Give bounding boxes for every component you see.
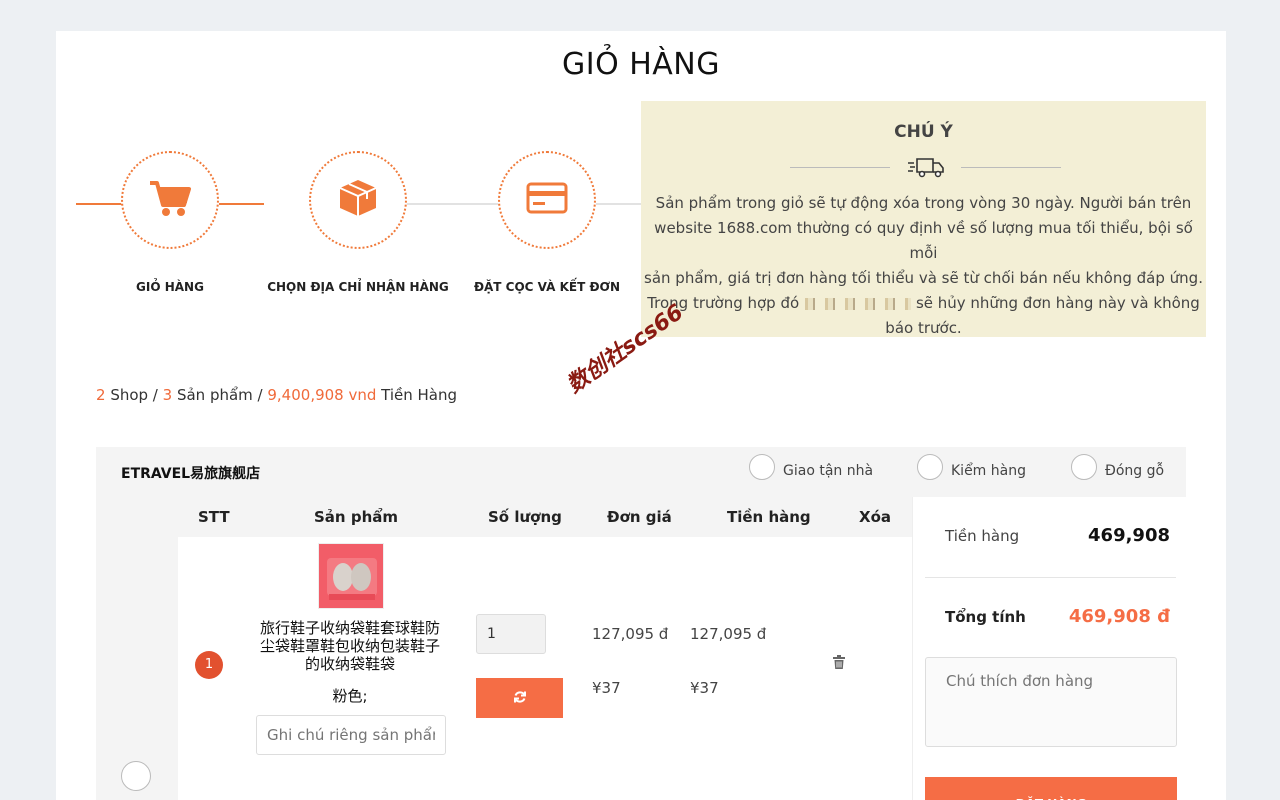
- row-index-badge: 1: [195, 651, 223, 679]
- step-label-deposit: ĐẶT CỌC VÀ KẾT ĐƠN: [473, 280, 621, 294]
- order-summary-panel: Tiền hàng 469,908 Tổng tính 469,908 đ ĐẶ…: [912, 497, 1186, 800]
- step-line: [596, 203, 641, 205]
- shop-header: ETRAVEL易旅旗舰店 Giao tận nhà Kiểm hàng Đóng…: [96, 447, 1186, 497]
- cart-icon: [148, 178, 192, 222]
- unit-price-vnd: 127,095 đ: [592, 625, 669, 643]
- step-line-active: [76, 203, 126, 205]
- subtotal-label: Tiền hàng: [945, 526, 1020, 545]
- step-cart[interactable]: [121, 151, 219, 249]
- redacted-text: [799, 297, 912, 310]
- step-label-address: CHỌN ĐỊA CHỈ NHẬN HÀNG: [267, 280, 449, 294]
- quantity-input[interactable]: 1: [476, 614, 546, 654]
- cart-page: GIỎ HÀNG GIỎ HÀNG CHỌN ĐỊA CHỈ NHẬN HÀNG…: [56, 31, 1226, 800]
- table-row: 1 旅行鞋子收纳袋鞋套球鞋防尘袋鞋罩鞋包收纳包装鞋子的收纳袋鞋袋 粉色; 1: [178, 537, 912, 800]
- product-variant: 粉色;: [332, 687, 368, 705]
- product-image[interactable]: [318, 543, 384, 609]
- shop-name: ETRAVEL易旅旗舰店: [121, 466, 261, 482]
- subtotal-value: 469,908: [1088, 525, 1170, 546]
- amount-vnd: 127,095 đ: [690, 625, 767, 643]
- step-label-cart: GIỎ HÀNG: [136, 280, 204, 294]
- header-quantity: Số lượng: [488, 508, 562, 526]
- notice-line: báo trước.: [885, 319, 962, 337]
- product-name[interactable]: 旅行鞋子收纳袋鞋套球鞋防尘袋鞋罩鞋包收纳包装鞋子的收纳袋鞋袋: [253, 619, 447, 673]
- notice-divider: [643, 152, 1204, 182]
- subtotal-row: Tiền hàng 469,908: [945, 525, 1170, 546]
- notice-line: Sản phẩm trong giỏ sẽ tự động xóa trong …: [655, 194, 1192, 212]
- radio-button[interactable]: [749, 454, 775, 480]
- cart-summary: 2 Shop / 3 Sản phẩm / 9,400,908 vnd Tiền…: [96, 386, 458, 404]
- header-amount: Tiền hàng: [727, 508, 811, 526]
- unit-price-cny: ¥37: [592, 679, 621, 697]
- place-order-button[interactable]: ĐẶT HÀNG: [925, 777, 1177, 800]
- truck-icon: [907, 156, 945, 182]
- step-address[interactable]: [309, 151, 407, 249]
- page-title: GIỎ HÀNG: [561, 47, 720, 82]
- table-header: STT Sản phẩm Số lượng Đơn giá Tiền hàng …: [178, 497, 912, 537]
- product-note-input[interactable]: [256, 715, 446, 755]
- total-label: Tổng tính: [945, 607, 1026, 626]
- option-wood-packing[interactable]: Đóng gỗ: [1071, 454, 1164, 484]
- select-item-radio[interactable]: [121, 761, 151, 791]
- card-icon: [526, 182, 568, 218]
- header-stt: STT: [198, 508, 230, 526]
- order-comment-input[interactable]: [925, 657, 1177, 747]
- total-value: 469,908 đ: [1068, 606, 1170, 627]
- radio-button[interactable]: [1071, 454, 1097, 480]
- option-inspection[interactable]: Kiểm hàng: [917, 454, 1026, 484]
- notice-box: CHÚ Ý Sản phẩm trong giỏ sẽ tự động xóa …: [641, 101, 1206, 337]
- step-line: [406, 203, 501, 205]
- notice-line: Trong trường hợp đó sẽ hủy những đơn hàn…: [647, 294, 1200, 312]
- notice-line: website 1688.com thường có quy định về s…: [654, 219, 1193, 262]
- step-line-active: [219, 203, 264, 205]
- refresh-icon: [513, 690, 527, 707]
- select-column: [96, 497, 178, 800]
- notice-line: sản phẩm, giá trị đơn hàng tối thiểu và …: [644, 269, 1203, 287]
- option-home-delivery[interactable]: Giao tận nhà: [749, 454, 873, 484]
- divider: [925, 577, 1176, 578]
- header-delete: Xóa: [859, 508, 891, 526]
- box-icon: [337, 177, 379, 223]
- watermark: 数创社scs66: [562, 299, 689, 399]
- step-deposit[interactable]: [498, 151, 596, 249]
- header-product: Sản phẩm: [314, 508, 398, 526]
- header-unit-price: Đơn giá: [607, 508, 672, 526]
- notice-title: CHÚ Ý: [894, 122, 953, 142]
- total-row: Tổng tính 469,908 đ: [945, 606, 1170, 627]
- update-quantity-button[interactable]: [476, 678, 563, 718]
- trash-icon[interactable]: [833, 654, 845, 673]
- amount-cny: ¥37: [690, 679, 719, 697]
- notice-text: Sản phẩm trong giỏ sẽ tự động xóa trong …: [643, 191, 1204, 341]
- radio-button[interactable]: [917, 454, 943, 480]
